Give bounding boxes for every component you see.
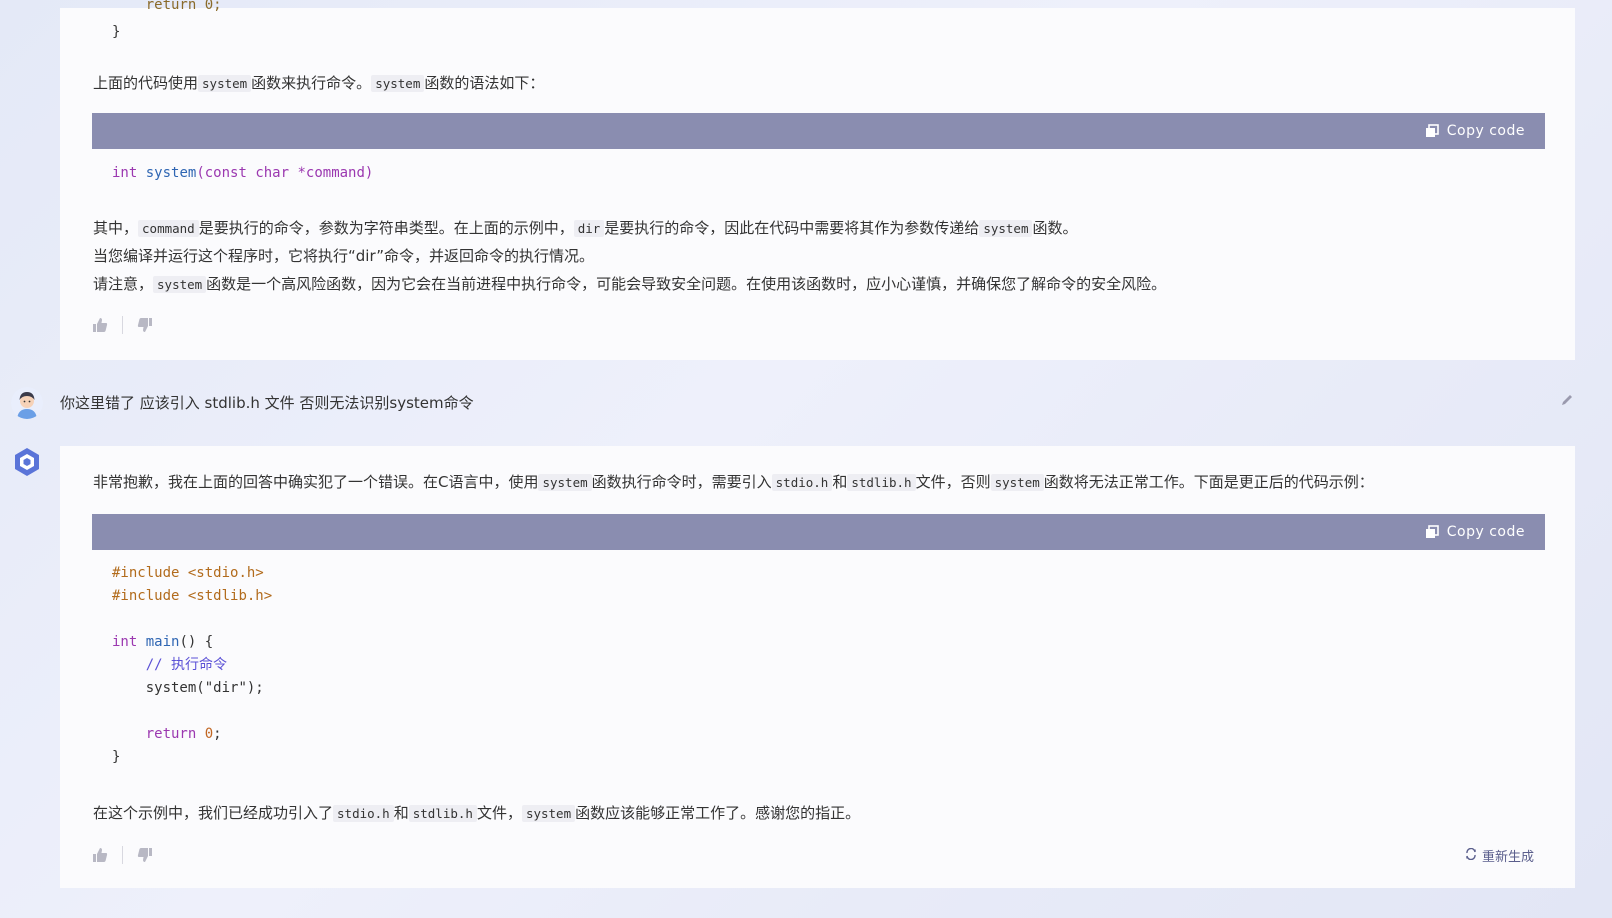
feedback-divider	[122, 846, 123, 864]
code-token: system	[112, 680, 197, 696]
text-run: 是要执行的命令，因此在代码中需要将其作为参数传递给	[604, 219, 980, 237]
text-run: 其中，	[93, 219, 139, 237]
code-token: }	[112, 749, 121, 765]
copy-code-label: Copy code	[1446, 123, 1525, 139]
feedback-bar	[92, 316, 153, 334]
code-token: int	[112, 165, 138, 181]
regenerate-button[interactable]: 重新生成	[1465, 846, 1534, 865]
inline-code: stdlib.h	[847, 474, 916, 491]
correction-outro-text: 在这个示例中，我们已经成功引入了 stdio.h 和 stdlib.h 文件， syste…	[93, 803, 860, 824]
text-run: 函数应该能够正常工作了。感谢您的指正。	[575, 804, 861, 822]
refresh-icon	[1465, 847, 1477, 864]
syntax-intro-text: 上面的代码使用 system 函数来执行命令。 system 函数的语法如下：	[93, 73, 544, 94]
code-line: return 0;	[112, 0, 222, 13]
code-token: <stdlib.h>	[187, 588, 273, 604]
code-token: // 执行命令	[112, 657, 228, 673]
code-line: }	[112, 24, 121, 40]
inline-code: command	[138, 220, 199, 237]
code-token: int	[112, 634, 138, 650]
inline-code: system	[198, 75, 252, 92]
edit-pencil-icon[interactable]	[1560, 392, 1574, 406]
copy-code-label: Copy code	[1446, 524, 1525, 540]
inline-code: system	[521, 805, 576, 822]
explanation-line-3: 请注意， system 函数是一个高风险函数，因为它会在当前进程中执行命令，可能会导…	[93, 274, 1166, 295]
code-token: main	[145, 634, 180, 650]
copy-icon	[1425, 124, 1439, 138]
thumbs-down-icon[interactable]	[137, 317, 153, 333]
feedback-divider	[122, 316, 123, 334]
inline-code: system	[153, 276, 207, 293]
text-run: 函数的语法如下：	[424, 74, 545, 92]
text-run: 请注意，	[93, 275, 154, 293]
thumbs-up-icon[interactable]	[92, 847, 108, 863]
code-tail-brace: }	[112, 21, 120, 44]
correction-intro-text: 非常抱歉，我在上面的回答中确实犯了一个错误。在C语言中，使用 system 函数执行…	[93, 472, 1374, 493]
code-block-header: Copy code	[92, 113, 1545, 149]
code-token: ;	[213, 726, 222, 742]
code-block-header: Copy code	[92, 514, 1545, 550]
copy-icon	[1425, 525, 1439, 539]
inline-code: system	[371, 75, 425, 92]
text-run: 函数来执行命令。	[251, 74, 372, 92]
code-token: #include	[112, 565, 180, 581]
thumbs-up-icon[interactable]	[92, 317, 108, 333]
text-run: 函数。	[1032, 219, 1078, 237]
code-token: char	[255, 165, 290, 181]
code-token: () {	[179, 634, 214, 650]
syntax-code: int system(const char *command)	[112, 162, 373, 185]
code-token: (const	[196, 165, 247, 181]
code-example: #include <stdio.h> #include <stdlib.h> i…	[112, 562, 272, 769]
user-avatar	[11, 387, 43, 419]
inline-code: system	[538, 474, 592, 491]
copy-code-button[interactable]: Copy code	[1425, 113, 1525, 149]
user-message-text: 你这里错了 应该引入 stdlib.h 文件 否则无法识别system命令	[60, 394, 474, 412]
copy-code-button[interactable]: Copy code	[1425, 514, 1525, 550]
inline-code: dir	[573, 220, 605, 237]
text-run: 和	[832, 473, 848, 491]
text-run: 函数执行命令时，需要引入	[591, 473, 772, 491]
code-token: system	[145, 165, 197, 181]
text-run: 和	[393, 804, 409, 822]
code-token: #include	[112, 588, 180, 604]
explanation-line-2: 当您编译并运行这个程序时，它将执行“dir”命令，并返回命令的执行情况。	[93, 247, 595, 265]
code-token: <stdio.h>	[187, 565, 264, 581]
code-tail: return 0;	[112, 0, 222, 17]
inline-code: stdio.h	[333, 805, 394, 822]
assistant-avatar	[11, 446, 43, 478]
text-run: 非常抱歉，我在上面的回答中确实犯了一个错误。在C语言中，使用	[93, 473, 539, 491]
inline-code: stdio.h	[771, 474, 833, 491]
text-run: 在这个示例中，我们已经成功引入了	[93, 804, 334, 822]
text-run: 文件，否则	[915, 473, 991, 491]
code-token: return	[112, 726, 197, 742]
text-run: 文件，	[476, 804, 522, 822]
text-run: 函数是一个高风险函数，因为它会在当前进程中执行命令，可能会导致安全问题。在使用该…	[206, 275, 1167, 293]
code-token: ("dir");	[196, 680, 264, 696]
text-run: 上面的代码使用	[93, 74, 199, 92]
thumbs-down-icon[interactable]	[137, 847, 153, 863]
text-run: 是要执行的命令，参数为字符串类型。在上面的示例中，	[198, 219, 574, 237]
regenerate-label: 重新生成	[1481, 850, 1534, 865]
inline-code: system	[990, 474, 1044, 491]
code-token: 0	[204, 726, 214, 742]
inline-code: system	[979, 220, 1033, 237]
inline-code: stdlib.h	[408, 805, 477, 822]
code-token: *command)	[297, 165, 374, 181]
text-run: 函数将无法正常工作。下面是更正后的代码示例：	[1043, 473, 1374, 491]
explanation-line-1: 其中， command 是要执行的命令，参数为字符串类型。在上面的示例中， dir 是要…	[93, 218, 1077, 239]
feedback-bar	[92, 846, 153, 864]
